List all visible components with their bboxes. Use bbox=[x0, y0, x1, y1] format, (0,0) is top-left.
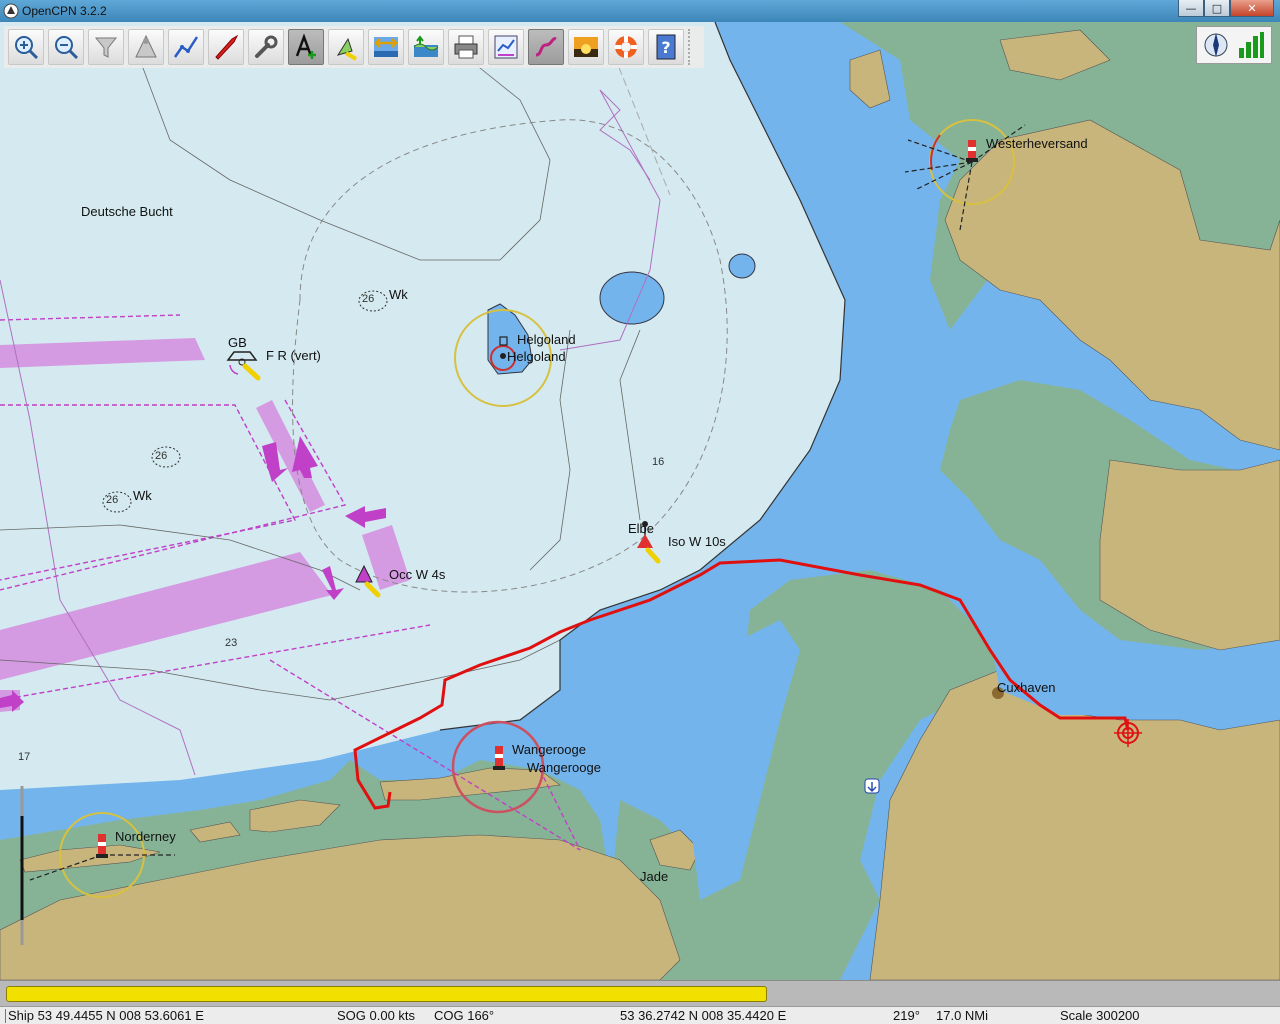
route-icon bbox=[173, 36, 199, 58]
ais-button[interactable] bbox=[328, 29, 364, 65]
main-toolbar: ? bbox=[4, 26, 704, 68]
status-cursor-position: 53 36.2742 N 008 35.4420 E bbox=[620, 1008, 787, 1023]
status-sog: SOG 0.00 kts bbox=[337, 1008, 416, 1023]
label-wreck-2: Wk bbox=[133, 488, 152, 503]
label-elbe[interactable]: Elbe bbox=[628, 521, 654, 536]
chart-bar[interactable] bbox=[0, 980, 1280, 1006]
opencpn-logo-icon bbox=[3, 3, 19, 19]
depth-23: 23 bbox=[225, 637, 238, 649]
status-distance: 17.0 NMi bbox=[936, 1008, 989, 1023]
help-button[interactable]: ? bbox=[648, 29, 684, 65]
toolbar-grip[interactable] bbox=[688, 29, 694, 65]
label-wangerooge-1[interactable]: Wangerooge bbox=[512, 742, 586, 757]
status-cog: COG 166° bbox=[434, 1008, 495, 1023]
label-helgoland-2[interactable]: Helgoland bbox=[507, 349, 566, 364]
label-norderney[interactable]: Norderney bbox=[115, 829, 176, 844]
close-button[interactable]: ✕ bbox=[1230, 0, 1274, 17]
title-bar: OpenCPN 3.2.2 — □ ✕ bbox=[0, 0, 1280, 22]
help-icon: ? bbox=[656, 34, 676, 60]
tide-icon bbox=[413, 35, 439, 57]
compass-icon bbox=[1204, 33, 1228, 57]
depth-16: 16 bbox=[652, 456, 665, 468]
printer-icon bbox=[454, 35, 478, 59]
wreck-depth-2: 26 bbox=[155, 450, 168, 462]
chart-bar-track[interactable] bbox=[6, 986, 1274, 1002]
zoom-in-icon bbox=[15, 36, 39, 60]
maximize-button[interactable]: □ bbox=[1204, 0, 1230, 17]
label-iso-w-10s[interactable]: Iso W 10s bbox=[668, 534, 726, 549]
zoom-out-button[interactable] bbox=[48, 29, 84, 65]
triangle-icon bbox=[135, 34, 157, 58]
wreck-depth-1: 26 bbox=[362, 293, 375, 305]
zoom-in-button[interactable] bbox=[8, 29, 44, 65]
small-shoal bbox=[728, 253, 756, 279]
label-f-r-vert[interactable]: F R (vert) bbox=[266, 348, 321, 363]
label-helgoland-1[interactable]: Helgoland bbox=[517, 332, 576, 347]
tide-button[interactable] bbox=[408, 29, 444, 65]
label-gb[interactable]: GB bbox=[228, 335, 247, 350]
gps-signal-icon bbox=[1239, 32, 1264, 58]
print-button[interactable] bbox=[448, 29, 484, 65]
color-scheme-button[interactable] bbox=[568, 29, 604, 65]
wreck-depth-3: 26 bbox=[106, 494, 119, 506]
nautical-chart[interactable] bbox=[0, 22, 1280, 980]
status-scale: Scale 300200 bbox=[1060, 1008, 1140, 1023]
chart-bar-fill[interactable] bbox=[6, 986, 767, 1002]
depth-17: 17 bbox=[18, 751, 31, 763]
route-manager-icon bbox=[494, 35, 518, 59]
label-wreck-1: Wk bbox=[389, 287, 408, 302]
boat-icon bbox=[215, 34, 239, 60]
lifebuoy-icon bbox=[615, 36, 637, 58]
svg-text:?: ? bbox=[661, 38, 670, 57]
label-westerheversand[interactable]: Westerheversand bbox=[986, 136, 1088, 151]
text-toggle-button[interactable] bbox=[288, 29, 324, 65]
mob-button[interactable] bbox=[608, 29, 644, 65]
label-deutsche-bucht: Deutsche Bucht bbox=[81, 204, 173, 219]
follow-ship-button[interactable] bbox=[208, 29, 244, 65]
zoom-out-icon bbox=[55, 36, 79, 60]
sunset-icon bbox=[574, 37, 598, 57]
text-add-icon bbox=[295, 33, 316, 59]
track-button[interactable] bbox=[528, 29, 564, 65]
ais-icon bbox=[336, 37, 358, 61]
anchorage-icon[interactable] bbox=[864, 778, 880, 794]
minimize-button[interactable]: — bbox=[1178, 0, 1204, 17]
label-occ-w-4s[interactable]: Occ W 4s bbox=[389, 567, 445, 582]
compass-status[interactable] bbox=[1196, 26, 1272, 64]
label-jade: Jade bbox=[640, 869, 669, 884]
scale-out-button[interactable] bbox=[128, 29, 164, 65]
settings-button[interactable] bbox=[248, 29, 284, 65]
status-ship-position: Ship 53 49.4455 N 008 53.6061 E bbox=[8, 1008, 204, 1023]
funnel-icon bbox=[94, 37, 118, 58]
status-separator bbox=[5, 1009, 6, 1023]
helgoland-dune-shallow bbox=[599, 271, 665, 325]
status-bearing: 219° bbox=[893, 1008, 920, 1023]
track-icon bbox=[535, 37, 557, 57]
wrench-icon bbox=[255, 35, 278, 58]
route-button[interactable] bbox=[168, 29, 204, 65]
window-title: OpenCPN 3.2.2 bbox=[22, 4, 107, 18]
label-wangerooge-2[interactable]: Wangerooge bbox=[527, 760, 601, 775]
current-button[interactable] bbox=[368, 29, 404, 65]
window-controls: — □ ✕ bbox=[1178, 0, 1274, 18]
status-bar: Ship 53 49.4455 N 008 53.6061 E SOG 0.00… bbox=[0, 1006, 1280, 1024]
label-cuxhaven[interactable]: Cuxhaven bbox=[997, 680, 1056, 695]
route-manager-button[interactable] bbox=[488, 29, 524, 65]
scale-in-button[interactable] bbox=[88, 29, 124, 65]
current-icon bbox=[374, 37, 398, 57]
chart-canvas[interactable]: Deutsche Bucht Westerheversand Wk Wk GB … bbox=[0, 22, 1280, 980]
